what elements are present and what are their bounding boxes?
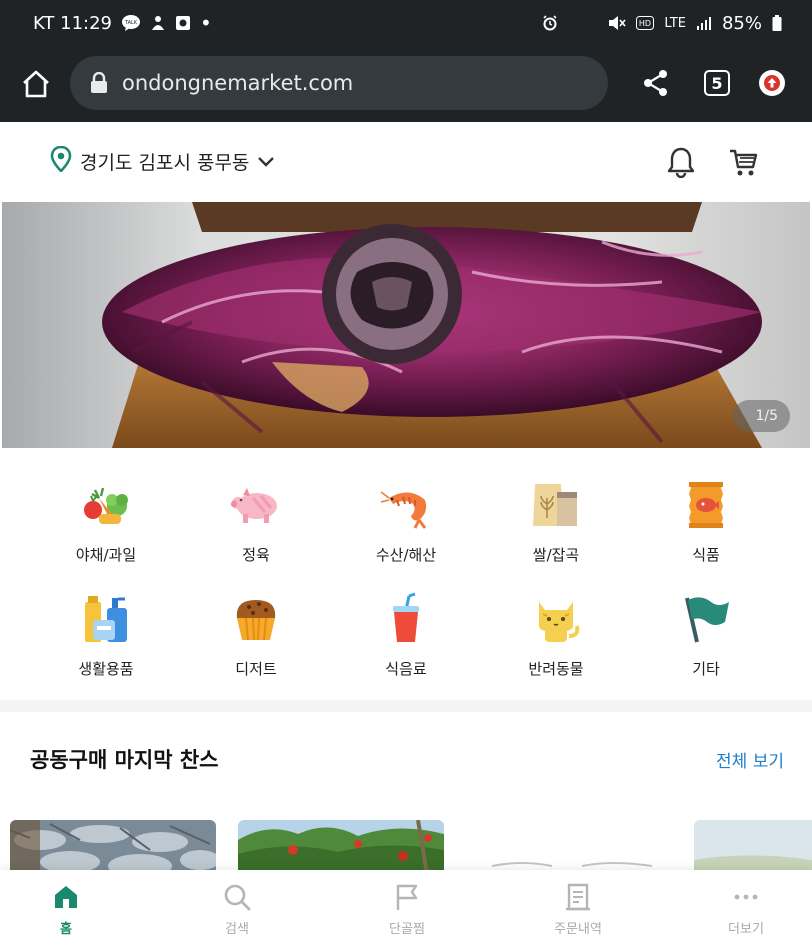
nav-more[interactable]: 더보기: [686, 882, 806, 937]
more-icon: [731, 882, 761, 912]
home-icon: [51, 882, 81, 912]
category-label: 쌀/잡곡: [532, 546, 580, 564]
flag-icon: [679, 592, 733, 646]
section-divider: [0, 700, 812, 712]
svg-text:HD: HD: [639, 19, 651, 28]
lock-icon: [90, 71, 110, 94]
battery-percent: 85%: [721, 12, 762, 34]
category-etc[interactable]: 기타: [631, 592, 781, 679]
vegetables-icon: [79, 478, 133, 532]
status-bar: KT 11:29 TALK • HD LTE 85%: [0, 0, 812, 46]
product-card-glasses[interactable]: [462, 820, 676, 870]
chevron-down-icon: [257, 151, 275, 173]
category-label: 기타: [692, 660, 720, 678]
cat-icon: [529, 592, 583, 646]
app-header: 경기도 김포시 풍무동: [0, 122, 812, 202]
nav-home[interactable]: 홈: [6, 882, 126, 937]
url-bar[interactable]: ondongnemarket.com: [70, 56, 608, 110]
location-selector[interactable]: 경기도 김포시 풍무동: [50, 145, 275, 177]
product-card-apples[interactable]: [238, 820, 444, 870]
nav-label: 홈: [60, 922, 72, 937]
nav-label: 주문내역: [554, 922, 602, 937]
shrimp-icon: [379, 478, 433, 532]
battery-icon: [772, 15, 782, 31]
category-label: 반려동물: [528, 660, 584, 678]
category-label: 야채/과일: [75, 546, 137, 564]
banner-counter: 1/5: [733, 400, 790, 432]
category-meat[interactable]: 정육: [181, 478, 331, 565]
category-food[interactable]: 식품: [631, 478, 781, 565]
banner-image: [2, 202, 810, 448]
notification-icon: [150, 14, 166, 32]
drink-icon: [379, 592, 433, 646]
nav-label: 더보기: [728, 922, 764, 937]
category-beverage[interactable]: 식음료: [331, 592, 481, 679]
household-icon: [79, 592, 133, 646]
network-type: LTE: [664, 15, 686, 31]
bell-icon[interactable]: [666, 146, 696, 179]
see-all-link[interactable]: 전체 보기: [716, 747, 784, 772]
product-image: [10, 820, 216, 870]
search-icon: [222, 882, 252, 912]
category-grains[interactable]: 쌀/잡곡: [481, 478, 631, 565]
mute-icon: [608, 15, 626, 31]
url-text: ondongnemarket.com: [122, 71, 354, 95]
category-grid: 야채/과일 정육 수산/해산 쌀/잡곡 식품 생활용품 디저트 식음료 반려동물…: [0, 448, 812, 700]
svg-text:TALK: TALK: [124, 20, 138, 26]
location-label: 경기도 김포시 풍무동: [80, 152, 250, 174]
location-pin-icon: [50, 145, 72, 177]
category-label: 수산/해산: [375, 546, 437, 564]
cart-icon[interactable]: [728, 148, 758, 178]
category-dessert[interactable]: 디저트: [181, 592, 331, 679]
receipt-icon: [563, 882, 593, 912]
share-icon[interactable]: [642, 68, 670, 98]
promo-banner[interactable]: 1/5: [2, 202, 810, 448]
tabs-button[interactable]: 5: [704, 70, 730, 96]
product-image: [462, 820, 676, 870]
talk-icon: TALK: [121, 14, 141, 32]
section-title: 공동구매 마지막 찬스: [30, 748, 219, 772]
signal-icon: [696, 16, 712, 30]
muffin-icon: [229, 592, 283, 646]
nav-search[interactable]: 검색: [177, 882, 297, 937]
nav-orders[interactable]: 주문내역: [518, 882, 638, 937]
category-label: 식품: [692, 546, 720, 564]
tab-count: 5: [711, 73, 723, 93]
update-icon[interactable]: [759, 70, 785, 96]
carrier-time: KT 11:29: [33, 12, 112, 34]
camera-icon: [175, 15, 191, 31]
nav-label: 검색: [225, 922, 249, 937]
bottom-navigation: 홈 검색 단골찜 주문내역 더보기: [0, 870, 812, 944]
home-icon[interactable]: [20, 68, 52, 100]
category-label: 생활용품: [78, 660, 134, 678]
product-image: [694, 820, 812, 870]
product-image: [238, 820, 444, 870]
pig-icon: [229, 478, 283, 532]
category-pets[interactable]: 반려동물: [481, 592, 631, 679]
category-vegetables[interactable]: 야채/과일: [31, 478, 181, 565]
category-label: 디저트: [235, 660, 277, 678]
category-label: 정육: [242, 546, 270, 564]
category-household[interactable]: 생활용품: [31, 592, 181, 679]
rice-bag-icon: [529, 478, 583, 532]
nav-favorites[interactable]: 단골찜: [347, 882, 467, 937]
browser-toolbar: ondongnemarket.com 5: [0, 46, 812, 122]
product-card-field[interactable]: [694, 820, 812, 870]
alarm-icon: [542, 15, 558, 31]
nav-label: 단골찜: [389, 922, 425, 937]
product-carousel: [0, 820, 812, 870]
category-seafood[interactable]: 수산/해산: [331, 478, 481, 565]
category-label: 식음료: [385, 660, 427, 678]
flag-icon: [392, 882, 422, 912]
snack-pack-icon: [679, 478, 733, 532]
status-dot: •: [200, 11, 212, 35]
product-card-crab[interactable]: [10, 820, 216, 870]
hd-icon: HD: [636, 16, 655, 30]
